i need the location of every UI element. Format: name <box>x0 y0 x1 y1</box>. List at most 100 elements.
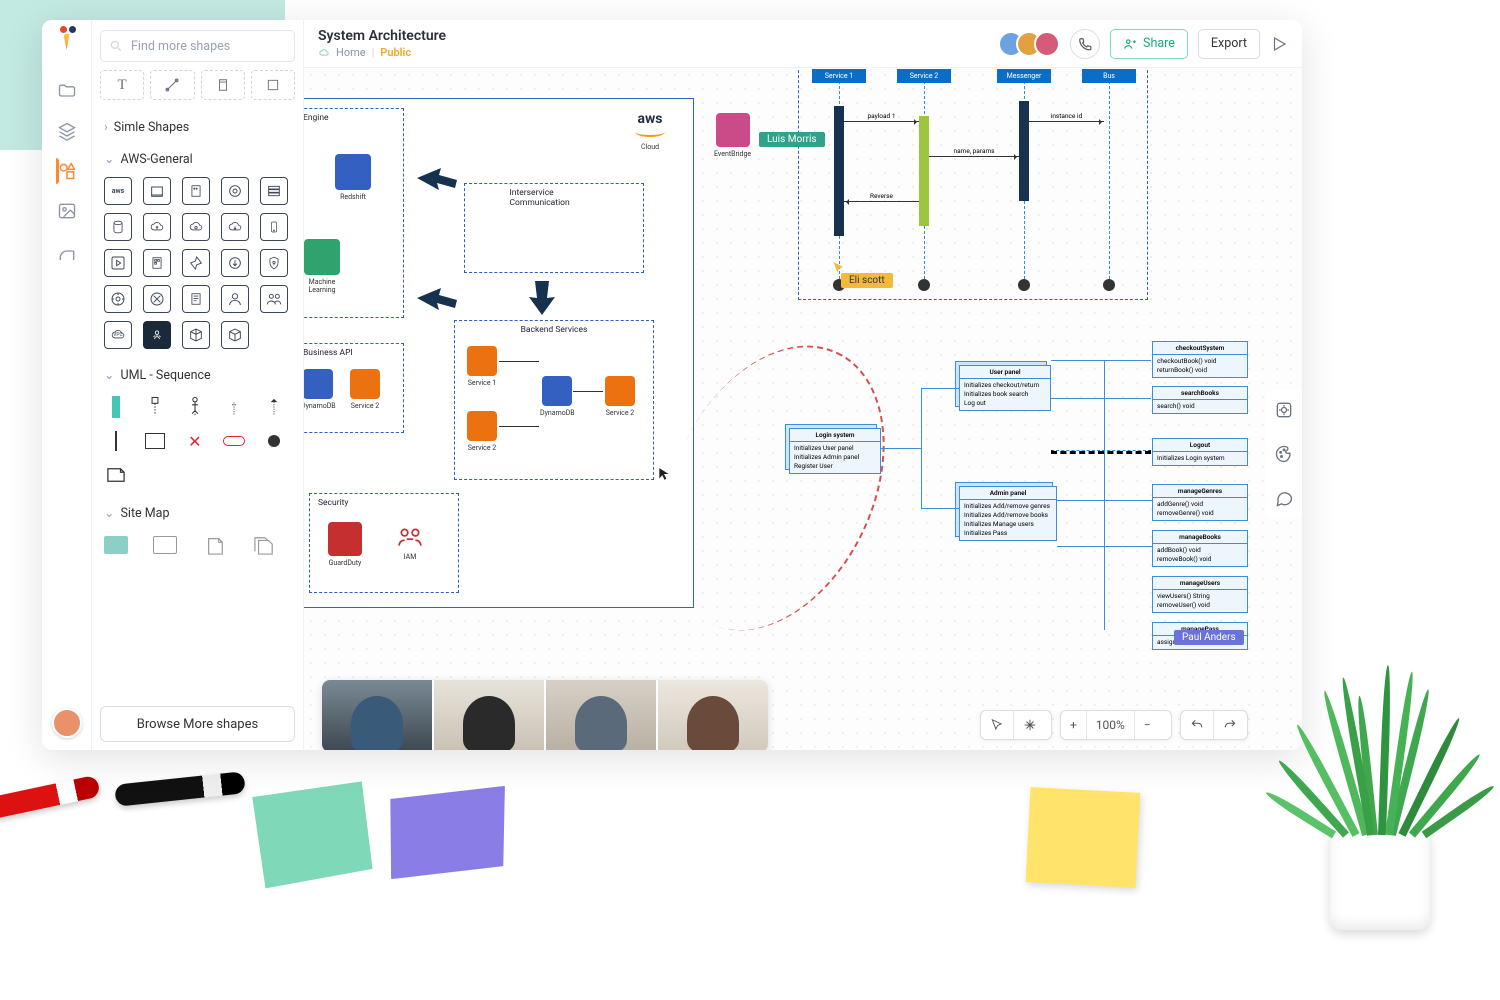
seq-message[interactable]: payload 1 <box>844 121 919 122</box>
category-simple[interactable]: ›Simle Shapes <box>104 112 291 143</box>
aws-shape[interactable] <box>221 321 249 349</box>
canvas[interactable]: aws Cloud Engine Redshift Machine Learni… <box>304 68 1302 750</box>
activation-bar[interactable] <box>919 116 929 226</box>
undo-button[interactable] <box>1181 711 1213 739</box>
uml-shape[interactable] <box>104 429 128 453</box>
video-thumb[interactable] <box>434 680 544 750</box>
search-input[interactable] <box>100 30 295 62</box>
visibility-badge[interactable]: Public <box>380 46 411 59</box>
aws-shape[interactable] <box>143 321 171 349</box>
aws-shape[interactable] <box>182 213 210 241</box>
lifeline-head[interactable]: Messenger <box>997 69 1051 83</box>
aws-shape[interactable] <box>260 213 288 241</box>
redshift-node[interactable]: Redshift <box>335 154 371 201</box>
google-icon[interactable] <box>56 240 78 262</box>
ml-node[interactable]: Machine Learning <box>304 239 344 294</box>
category-aws[interactable]: ⌄AWS-General <box>104 143 291 175</box>
uml-shape[interactable] <box>104 463 128 487</box>
browse-more-button[interactable]: Browse More shapes <box>100 706 295 742</box>
service-flow-box[interactable]: Service Flow Service 1 Service 2 Messeng… <box>798 68 1148 300</box>
aws-shape[interactable] <box>182 285 210 313</box>
sitemap-shape[interactable] <box>153 533 177 557</box>
zoom-in[interactable]: + <box>1061 711 1086 739</box>
interservice-box[interactable]: Interservice Communication <box>464 183 644 273</box>
sitemap-shape[interactable] <box>104 533 128 557</box>
uml-shape[interactable] <box>222 395 246 419</box>
uml-shape[interactable] <box>262 395 286 419</box>
share-button[interactable]: Share <box>1110 29 1188 59</box>
doc-title[interactable]: System Architecture <box>318 28 446 44</box>
pan-tool[interactable] <box>1014 711 1046 739</box>
aws-shape[interactable] <box>182 177 210 205</box>
lambda-node[interactable]: Service 2 <box>605 376 635 417</box>
sitemap-shape[interactable] <box>203 533 227 557</box>
uml-class[interactable]: manageGenres addGenre() voidremoveGenre(… <box>1152 484 1248 521</box>
image-icon[interactable] <box>56 200 78 222</box>
aws-shape[interactable] <box>260 249 288 277</box>
export-button[interactable]: Export <box>1198 29 1260 59</box>
seq-message[interactable]: name, params <box>929 156 1019 157</box>
aws-shape[interactable] <box>182 249 210 277</box>
aws-shape[interactable] <box>221 177 249 205</box>
aws-shape[interactable] <box>104 213 132 241</box>
shapes-icon[interactable] <box>56 160 78 182</box>
activation-bar[interactable] <box>1019 101 1029 201</box>
activation-bar[interactable] <box>834 106 844 236</box>
aws-shape[interactable] <box>143 249 171 277</box>
uml-class[interactable]: User panel Initializes checkout/returnIn… <box>959 365 1051 411</box>
category-uml[interactable]: ⌄UML - Sequence <box>104 359 291 391</box>
backend-box[interactable]: Backend Services Service 1 Service 2 Dyn… <box>454 320 654 480</box>
lambda-node[interactable]: Service 2 <box>467 411 497 452</box>
rect-tool[interactable] <box>251 70 295 100</box>
comment-icon[interactable] <box>1272 486 1296 510</box>
lambda-node[interactable]: Service 2 <box>350 369 380 410</box>
aws-shape[interactable] <box>143 285 171 313</box>
connector[interactable] <box>1051 398 1151 399</box>
frame-tool[interactable] <box>201 70 245 100</box>
video-thumb[interactable] <box>546 680 656 750</box>
layers-icon[interactable] <box>56 120 78 142</box>
seq-message[interactable]: Reverse <box>844 201 919 202</box>
aws-shape[interactable] <box>260 285 288 313</box>
connector[interactable] <box>881 448 921 449</box>
uml-class[interactable]: Login system Initializes User panelIniti… <box>789 428 881 474</box>
uml-shape[interactable] <box>143 429 167 453</box>
connector[interactable] <box>1051 450 1151 454</box>
lifeline-head[interactable]: Bus <box>1082 69 1136 83</box>
aws-shape[interactable] <box>221 249 249 277</box>
app-logo[interactable] <box>56 26 78 54</box>
connector[interactable] <box>921 508 959 509</box>
settings-icon[interactable] <box>1272 398 1296 422</box>
seq-message[interactable]: instance id <box>1029 121 1104 122</box>
zoom-out[interactable]: − <box>1135 711 1160 739</box>
security-box[interactable]: Security GuardDuty IAM <box>309 493 459 593</box>
uml-shape[interactable] <box>262 429 286 453</box>
aws-shape[interactable] <box>221 285 249 313</box>
aws-shape[interactable]: aws <box>104 177 132 205</box>
uml-shape[interactable] <box>143 395 167 419</box>
breadcrumb-home[interactable]: Home <box>336 46 366 59</box>
aws-shape[interactable]: VPC <box>104 321 132 349</box>
lifeline-head[interactable]: Service 1 <box>812 69 866 83</box>
uml-shape[interactable] <box>104 395 128 419</box>
business-api-box[interactable]: Business API DynamoDB Service 2 <box>304 343 404 433</box>
connector[interactable] <box>921 388 922 508</box>
lifeline-head[interactable]: Service 2 <box>897 69 951 83</box>
aws-shape[interactable] <box>143 213 171 241</box>
video-thumb[interactable] <box>658 680 768 750</box>
aws-shape[interactable] <box>221 213 249 241</box>
uml-class[interactable]: Admin panel Initializes Add/remove genre… <box>959 486 1057 541</box>
lambda-node[interactable]: Service 1 <box>467 346 497 387</box>
user-avatar[interactable] <box>52 708 82 738</box>
sitemap-shape[interactable] <box>252 533 276 557</box>
uml-shape[interactable]: ✕ <box>183 429 207 453</box>
select-tool[interactable] <box>981 711 1013 739</box>
aws-shape[interactable] <box>260 177 288 205</box>
uml-shape[interactable] <box>222 429 246 453</box>
engine-box[interactable]: Engine Redshift Machine Learning <box>304 108 404 318</box>
folder-icon[interactable] <box>56 80 78 102</box>
uml-class[interactable]: checkoutSystem checkoutBook() voidreturn… <box>1152 341 1248 378</box>
present-button[interactable] <box>1270 35 1288 53</box>
theme-icon[interactable] <box>1272 442 1296 466</box>
eventbridge-node[interactable]: EventBridge <box>714 113 751 158</box>
